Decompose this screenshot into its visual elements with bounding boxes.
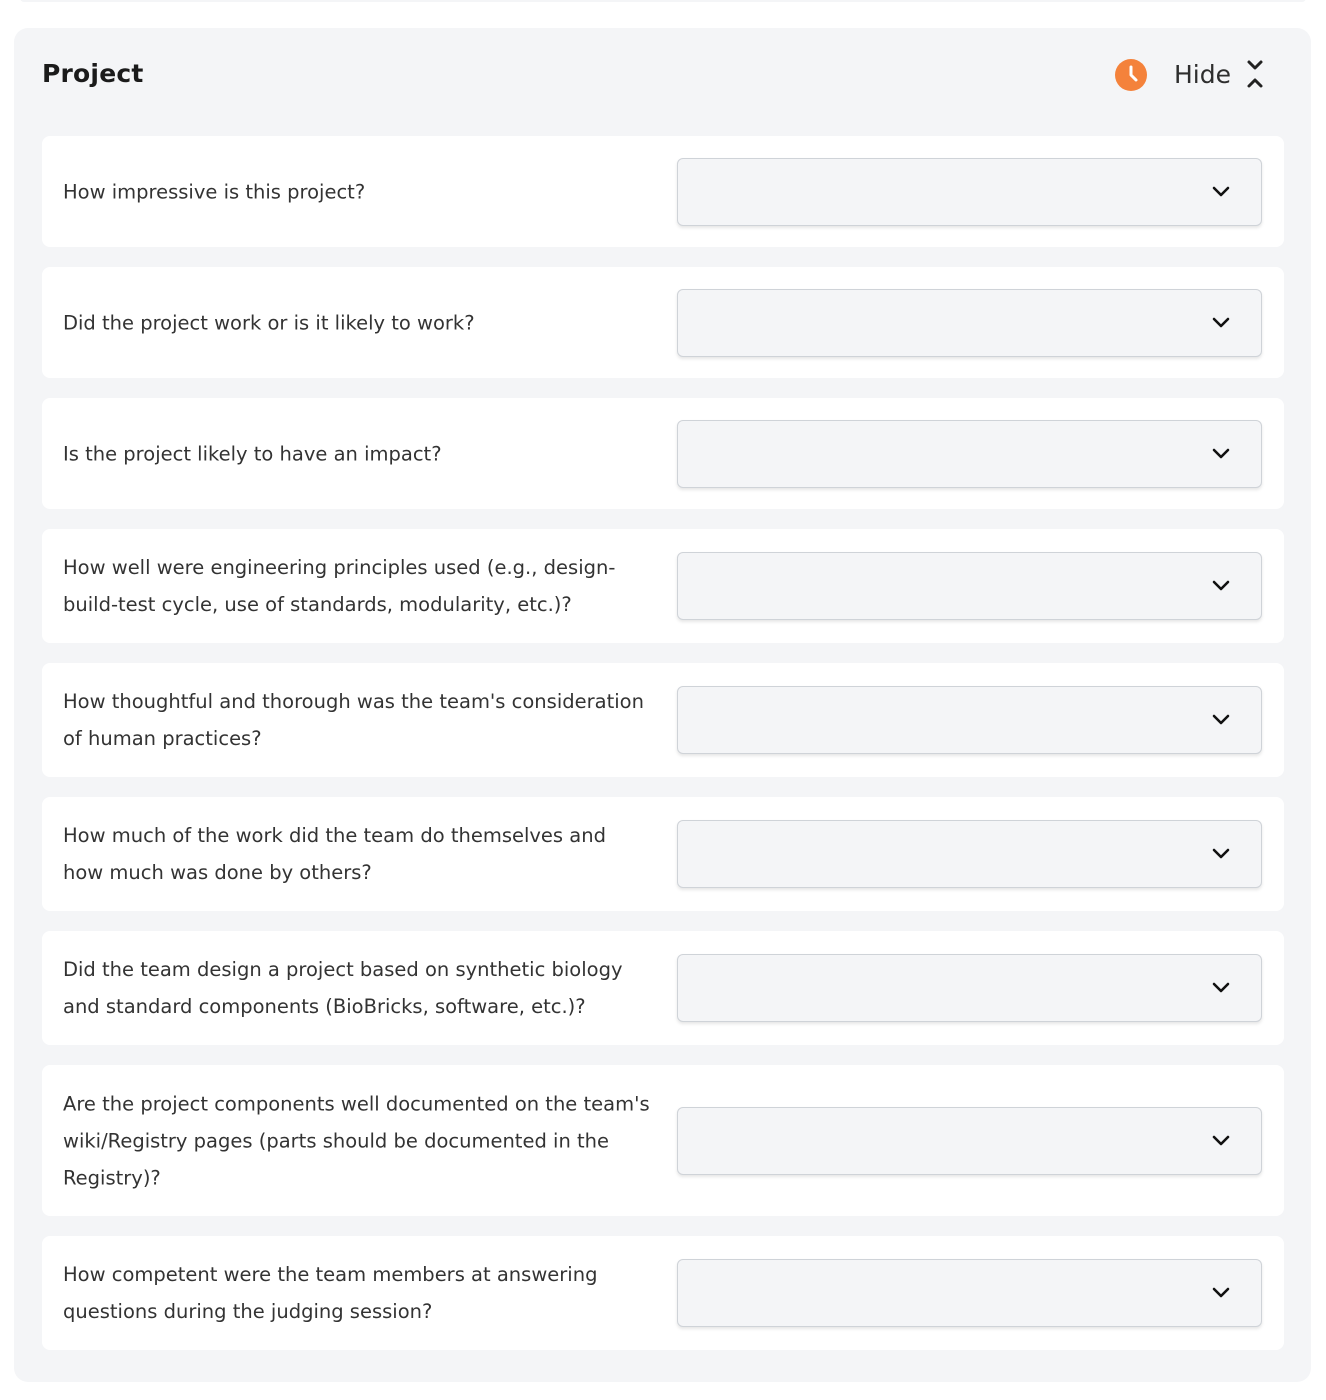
question-row: Did the project work or is it likely to … (42, 267, 1284, 378)
project-section: Project Hide How impressive is this proj… (14, 28, 1311, 1382)
question-text: Did the project work or is it likely to … (63, 311, 475, 334)
question-list: How impressive is this project? Did the … (42, 136, 1284, 1370)
question-text: Is the project likely to have an impact? (63, 442, 442, 465)
question-row: Did the team design a project based on s… (42, 931, 1284, 1045)
chevron-down-icon (1212, 186, 1230, 196)
section-header: Project Hide (14, 28, 1311, 128)
rating-dropdown[interactable] (677, 954, 1262, 1022)
question-text: How competent were the team members at a… (63, 1263, 598, 1323)
question-row: How thoughtful and thorough was the team… (42, 663, 1284, 777)
question-text: How impressive is this project? (63, 180, 366, 203)
chevron-down-icon (1212, 1287, 1230, 1298)
rating-dropdown[interactable] (677, 157, 1262, 226)
hide-toggle-button[interactable]: Hide (1174, 54, 1265, 94)
question-row: Are the project components well document… (42, 1065, 1284, 1216)
question-text: Are the project components well document… (63, 1092, 650, 1189)
section-title: Project (42, 59, 144, 88)
chevron-down-icon (1212, 317, 1230, 327)
question-text: How well were engineering principles use… (63, 556, 616, 616)
question-row: How competent were the team members at a… (42, 1236, 1284, 1350)
question-row: Is the project likely to have an impact? (42, 398, 1284, 509)
question-text: How much of the work did the team do the… (63, 824, 606, 884)
previous-section-edge (20, 0, 1306, 2)
chevron-down-icon (1212, 714, 1230, 725)
chevron-down-icon (1212, 1135, 1230, 1145)
rating-dropdown[interactable] (677, 288, 1262, 357)
question-row: How much of the work did the team do the… (42, 797, 1284, 911)
chevron-down-icon (1212, 448, 1230, 458)
rating-dropdown[interactable] (677, 1259, 1262, 1327)
question-text: Did the team design a project based on s… (63, 958, 623, 1018)
question-text: How thoughtful and thorough was the team… (63, 690, 644, 750)
question-row: How well were engineering principles use… (42, 529, 1284, 643)
chevron-down-icon (1212, 580, 1230, 591)
rating-dropdown[interactable] (677, 419, 1262, 488)
rating-dropdown[interactable] (677, 686, 1262, 754)
chevron-down-icon (1212, 982, 1230, 993)
collapse-arrows-icon (1247, 60, 1263, 88)
rating-dropdown[interactable] (677, 1106, 1262, 1175)
rating-dropdown[interactable] (677, 820, 1262, 888)
chevron-down-icon (1212, 848, 1230, 859)
hide-label: Hide (1174, 59, 1231, 89)
question-row: How impressive is this project? (42, 136, 1284, 247)
clock-icon (1115, 59, 1147, 91)
rating-dropdown[interactable] (677, 552, 1262, 620)
